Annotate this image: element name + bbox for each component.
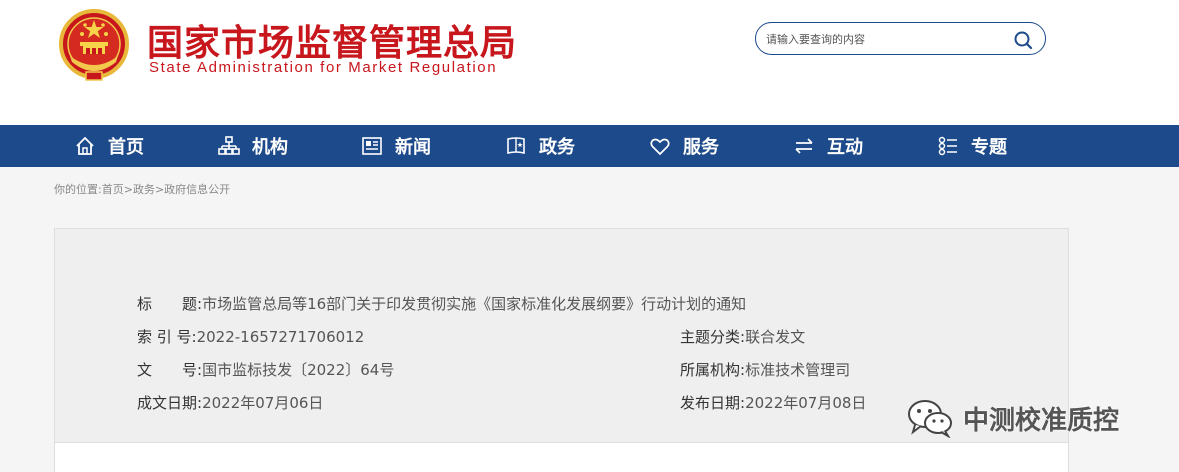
nav-label: 服务 bbox=[683, 137, 719, 158]
info-category-row: 主题分类:联合发文 bbox=[680, 326, 805, 347]
nav-item-topics[interactable]: 专题 bbox=[937, 125, 1007, 167]
nav-label: 专题 bbox=[971, 137, 1007, 158]
nav-label: 机构 bbox=[252, 137, 288, 158]
breadcrumb-gov-info[interactable]: 政府信息公开 bbox=[164, 183, 230, 196]
org-label: 所属机构: bbox=[680, 361, 746, 379]
created-date-label: 成文日期: bbox=[137, 394, 203, 412]
wechat-icon bbox=[908, 400, 952, 438]
nav-label: 新闻 bbox=[395, 137, 431, 158]
home-icon bbox=[76, 136, 94, 155]
breadcrumb-affairs[interactable]: 政务 bbox=[133, 183, 155, 196]
doc-no-label: 文 号: bbox=[137, 361, 203, 379]
info-index-row: 索 引 号:2022-1657271706012 bbox=[137, 326, 364, 347]
site-header: 国家市场监督管理总局 State Administration for Mark… bbox=[0, 0, 1179, 125]
site-title-en[interactable]: State Administration for Market Regulati… bbox=[149, 59, 497, 76]
breadcrumb-separator: > bbox=[123, 183, 133, 196]
search-icon[interactable] bbox=[1013, 30, 1033, 50]
government-affairs-icon bbox=[507, 137, 525, 155]
search-box bbox=[755, 22, 1046, 55]
breadcrumb-home[interactable]: 首页 bbox=[102, 183, 124, 196]
info-created-row: 成文日期:2022年07月06日 bbox=[137, 392, 323, 413]
search-input[interactable] bbox=[766, 29, 1006, 49]
index-value: 2022-1657271706012 bbox=[196, 328, 365, 346]
info-docno-row: 文 号:国市监标技发〔2022〕64号 bbox=[137, 359, 394, 380]
title-label: 标 题: bbox=[137, 295, 203, 313]
watermark-text: 中测校准质控 bbox=[963, 405, 1120, 436]
created-date-value: 2022年07月06日 bbox=[202, 394, 324, 412]
breadcrumb-prefix: 你的位置: bbox=[54, 183, 102, 196]
org-chart-icon bbox=[218, 136, 240, 155]
breadcrumb-separator: > bbox=[154, 183, 165, 196]
info-title-row: 标 题:市场监管总局等16部门关于印发贯彻实施《国家标准化发展纲要》行动计划的通… bbox=[137, 293, 746, 314]
category-value: 联合发文 bbox=[745, 328, 806, 346]
published-date-value: 2022年07月08日 bbox=[745, 394, 867, 412]
topics-icon bbox=[938, 136, 957, 156]
nav-label: 政务 bbox=[539, 137, 575, 158]
nav-label: 首页 bbox=[108, 137, 144, 158]
info-published-row: 发布日期:2022年07月08日 bbox=[680, 392, 866, 413]
breadcrumb: 你的位置:首页>政务>政府信息公开 bbox=[54, 181, 230, 197]
nav-item-interaction[interactable]: 互动 bbox=[793, 125, 863, 167]
info-org-row: 所属机构:标准技术管理司 bbox=[680, 359, 850, 380]
nav-item-news[interactable]: 新闻 bbox=[361, 125, 431, 167]
nav-item-service[interactable]: 服务 bbox=[649, 125, 719, 167]
national-emblem-icon[interactable] bbox=[58, 8, 130, 84]
nav-item-affairs[interactable]: 政务 bbox=[505, 125, 575, 167]
document-body bbox=[54, 443, 1069, 472]
doc-no-value: 国市监标技发〔2022〕64号 bbox=[202, 361, 395, 379]
heart-icon bbox=[650, 138, 670, 156]
main-nav: 首页 机构 新闻 政务 服务 互动 专题 bbox=[0, 125, 1179, 167]
news-icon bbox=[362, 137, 382, 155]
nav-label: 互动 bbox=[827, 137, 863, 158]
watermark: 中测校准质控 bbox=[905, 398, 1119, 438]
category-label: 主题分类: bbox=[680, 328, 746, 346]
nav-item-home[interactable]: 首页 bbox=[74, 125, 144, 167]
index-label: 索 引 号: bbox=[137, 328, 197, 346]
title-value: 市场监管总局等16部门关于印发贯彻实施《国家标准化发展纲要》行动计划的通知 bbox=[202, 295, 747, 313]
org-value: 标准技术管理司 bbox=[745, 361, 851, 379]
nav-item-org[interactable]: 机构 bbox=[218, 125, 288, 167]
exchange-icon bbox=[795, 138, 813, 154]
published-date-label: 发布日期: bbox=[680, 394, 746, 412]
